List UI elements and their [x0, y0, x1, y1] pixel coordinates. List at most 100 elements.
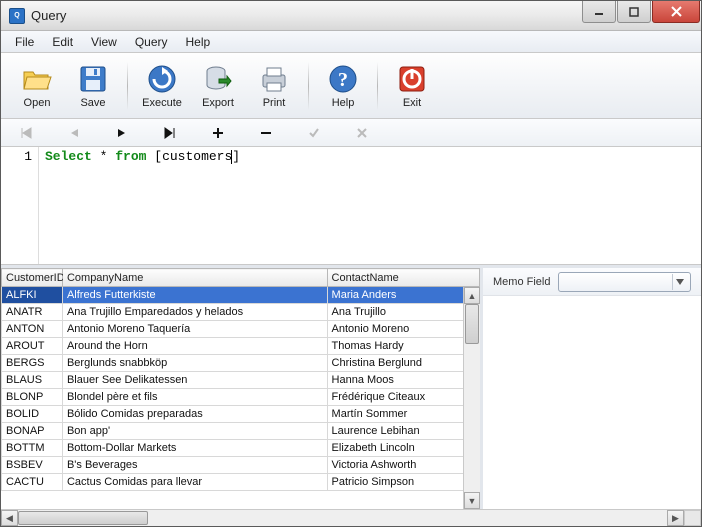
- scroll-right-button[interactable]: ▶: [667, 510, 684, 526]
- table-row[interactable]: BLAUSBlauer See DelikatessenHanna Moos: [2, 372, 480, 389]
- main-toolbar: Open Save Execute Export Print ? Help Ex…: [1, 53, 701, 119]
- save-label: Save: [80, 97, 105, 109]
- nav-prev-button[interactable]: [65, 124, 83, 142]
- line-gutter: 1: [1, 147, 39, 264]
- sql-editor[interactable]: 1 Select * from [customers]: [1, 147, 701, 265]
- table-row[interactable]: CACTUCactus Comidas para llevarPatricio …: [2, 474, 480, 491]
- maximize-button[interactable]: [617, 1, 651, 23]
- results-grid[interactable]: CustomerID CompanyName ContactName ALFKI…: [1, 268, 480, 491]
- cell[interactable]: Patricio Simpson: [327, 474, 479, 491]
- cell[interactable]: Bólido Comidas preparadas: [62, 406, 327, 423]
- table-row[interactable]: BERGSBerglunds snabbköpChristina Berglun…: [2, 355, 480, 372]
- cell[interactable]: Antonio Moreno: [327, 321, 479, 338]
- cell[interactable]: B's Beverages: [62, 457, 327, 474]
- open-button[interactable]: Open: [9, 56, 65, 116]
- cell[interactable]: Victoria Ashworth: [327, 457, 479, 474]
- help-button[interactable]: ? Help: [315, 56, 371, 116]
- scroll-up-button[interactable]: ▲: [464, 287, 480, 304]
- scroll-track[interactable]: [464, 304, 480, 492]
- cell[interactable]: Laurence Lebihan: [327, 423, 479, 440]
- cell[interactable]: BLONP: [2, 389, 63, 406]
- cell[interactable]: ANTON: [2, 321, 63, 338]
- menu-edit[interactable]: Edit: [44, 33, 81, 51]
- scroll-down-button[interactable]: ▼: [464, 492, 480, 509]
- vertical-scrollbar[interactable]: ▲ ▼: [463, 287, 480, 509]
- refresh-icon: [146, 63, 178, 95]
- nav-first-button[interactable]: [17, 124, 35, 142]
- nav-play-button[interactable]: [113, 124, 131, 142]
- memo-field-combo[interactable]: [558, 272, 691, 292]
- cell[interactable]: Around the Horn: [62, 338, 327, 355]
- table-row[interactable]: AROUTAround the HornThomas Hardy: [2, 338, 480, 355]
- cell[interactable]: BOTTM: [2, 440, 63, 457]
- print-button[interactable]: Print: [246, 56, 302, 116]
- cell[interactable]: BERGS: [2, 355, 63, 372]
- cell[interactable]: Blondel père et fils: [62, 389, 327, 406]
- scroll-left-button[interactable]: ◀: [1, 510, 18, 526]
- memo-content[interactable]: [483, 296, 701, 509]
- nav-cancel-button[interactable]: [353, 124, 371, 142]
- table-row[interactable]: ANATRAna Trujillo Emparedados y heladosA…: [2, 304, 480, 321]
- cell[interactable]: Maria Anders: [327, 287, 479, 304]
- export-label: Export: [202, 97, 234, 109]
- menu-file[interactable]: File: [7, 33, 42, 51]
- floppy-disk-icon: [77, 63, 109, 95]
- cell[interactable]: Bon app': [62, 423, 327, 440]
- cell[interactable]: Cactus Comidas para llevar: [62, 474, 327, 491]
- menu-view[interactable]: View: [83, 33, 125, 51]
- exit-button[interactable]: Exit: [384, 56, 440, 116]
- sql-code[interactable]: Select * from [customers]: [39, 147, 701, 264]
- table-row[interactable]: ANTONAntonio Moreno TaqueríaAntonio More…: [2, 321, 480, 338]
- col-customer-id[interactable]: CustomerID: [2, 269, 63, 287]
- close-button[interactable]: [652, 1, 700, 23]
- col-contact-name[interactable]: ContactName: [327, 269, 479, 287]
- table-row[interactable]: BOTTMBottom-Dollar MarketsElizabeth Linc…: [2, 440, 480, 457]
- line-number: 1: [24, 149, 32, 164]
- h-scroll-track[interactable]: [18, 510, 667, 526]
- horizontal-scrollbar[interactable]: ◀ ▶: [1, 509, 701, 526]
- menu-help[interactable]: Help: [178, 33, 219, 51]
- cell[interactable]: BONAP: [2, 423, 63, 440]
- cell[interactable]: Frédérique Citeaux: [327, 389, 479, 406]
- table-row[interactable]: BOLIDBólido Comidas preparadasMartín Som…: [2, 406, 480, 423]
- svg-text:?: ?: [338, 69, 348, 91]
- scrollbar-corner: [684, 510, 701, 526]
- nav-next-button[interactable]: [161, 124, 179, 142]
- cell[interactable]: Christina Berglund: [327, 355, 479, 372]
- table-row[interactable]: ALFKIAlfreds FutterkisteMaria Anders: [2, 287, 480, 304]
- cell[interactable]: Thomas Hardy: [327, 338, 479, 355]
- minimize-button[interactable]: [582, 1, 616, 23]
- export-button[interactable]: Export: [190, 56, 246, 116]
- cell[interactable]: Elizabeth Lincoln: [327, 440, 479, 457]
- cell[interactable]: Ana Trujillo Emparedados y helados: [62, 304, 327, 321]
- cell[interactable]: Alfreds Futterkiste: [62, 287, 327, 304]
- cell[interactable]: Martín Sommer: [327, 406, 479, 423]
- cell[interactable]: ANATR: [2, 304, 63, 321]
- cell[interactable]: ALFKI: [2, 287, 63, 304]
- h-scroll-thumb[interactable]: [18, 511, 148, 525]
- cell[interactable]: Ana Trujillo: [327, 304, 479, 321]
- table-row[interactable]: BLONPBlondel père et filsFrédérique Cite…: [2, 389, 480, 406]
- col-company-name[interactable]: CompanyName: [62, 269, 327, 287]
- cell[interactable]: BLAUS: [2, 372, 63, 389]
- cell[interactable]: BSBEV: [2, 457, 63, 474]
- nav-commit-button[interactable]: [305, 124, 323, 142]
- nav-remove-button[interactable]: [257, 124, 275, 142]
- cell[interactable]: BOLID: [2, 406, 63, 423]
- kw-select: Select: [45, 149, 92, 164]
- cell[interactable]: CACTU: [2, 474, 63, 491]
- execute-button[interactable]: Execute: [134, 56, 190, 116]
- printer-icon: [258, 63, 290, 95]
- save-button[interactable]: Save: [65, 56, 121, 116]
- table-row[interactable]: BONAPBon app'Laurence Lebihan: [2, 423, 480, 440]
- menu-query[interactable]: Query: [127, 33, 176, 51]
- cell[interactable]: Berglunds snabbköp: [62, 355, 327, 372]
- cell[interactable]: AROUT: [2, 338, 63, 355]
- cell[interactable]: Hanna Moos: [327, 372, 479, 389]
- cell[interactable]: Blauer See Delikatessen: [62, 372, 327, 389]
- table-row[interactable]: BSBEVB's BeveragesVictoria Ashworth: [2, 457, 480, 474]
- scroll-thumb[interactable]: [465, 304, 479, 344]
- cell[interactable]: Antonio Moreno Taquería: [62, 321, 327, 338]
- cell[interactable]: Bottom-Dollar Markets: [62, 440, 327, 457]
- nav-add-button[interactable]: [209, 124, 227, 142]
